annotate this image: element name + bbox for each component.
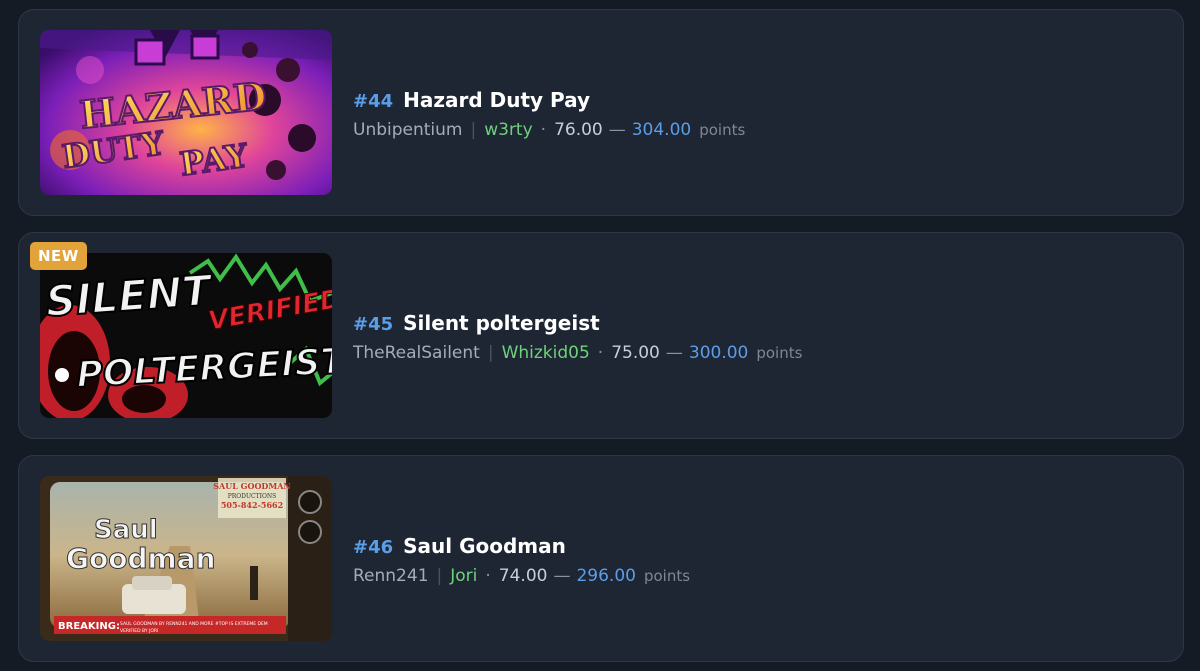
thumb-breaking-ticker-2: VERIFIED BY JORI [120, 628, 158, 634]
level-list: HAZARD DUTY PAY #44 Hazard Duty Pay Unbi… [0, 0, 1200, 671]
range-dash: — [665, 343, 683, 363]
level-info: #45 Silent poltergeist TheRealSailent | … [353, 311, 802, 363]
points-min: 76.00 [554, 120, 603, 140]
range-dash: — [608, 120, 626, 140]
thumb-sign-line-3: 505-842-5662 [221, 500, 283, 510]
separator: | [470, 120, 477, 140]
thumb-sign-line-1: SAUL GOODMAN [213, 481, 290, 491]
separator: | [436, 566, 443, 586]
thumb-breaking-label: BREAKING: [58, 621, 120, 632]
level-thumbnail[interactable]: SAUL GOODMAN PRODUCTIONS 505-842-5662 Sa… [40, 476, 332, 641]
level-title[interactable]: Silent poltergeist [403, 311, 600, 335]
thumb-title-line-2: Goodman [66, 542, 216, 575]
level-title[interactable]: Hazard Duty Pay [403, 88, 590, 112]
silent-poltergeist-thumbnail-image: SILENT POLTERGEIST VERIFIED [40, 253, 332, 418]
points-min: 74.00 [498, 566, 548, 586]
thumb-breaking-ticker: SAUL GOODMAN BY RENN241 AND MORE #TOP IS… [120, 621, 268, 627]
level-rank: #45 [353, 314, 394, 335]
level-verifier[interactable]: w3rty [484, 120, 532, 140]
thumb-title-line-1: Saul [94, 515, 158, 545]
level-thumbnail[interactable]: HAZARD DUTY PAY [40, 30, 332, 195]
range-dash: — [553, 566, 571, 586]
level-card-45[interactable]: NEW SILENT POLTERGEIST VERIFIED #45 Sile… [18, 232, 1184, 439]
dot-separator: · [485, 566, 491, 586]
dot-separator: · [597, 343, 604, 363]
points-label: points [699, 121, 746, 139]
level-rank: #44 [353, 91, 394, 112]
points-label: points [756, 344, 803, 362]
points-label: points [643, 567, 691, 585]
separator: | [487, 343, 494, 363]
level-verifier[interactable]: Whizkid05 [502, 343, 590, 363]
level-rank: #46 [353, 537, 394, 558]
level-creator[interactable]: Unbipentium [353, 120, 462, 140]
new-badge: NEW [30, 242, 87, 270]
thumb-sign-line-2: PRODUCTIONS [228, 493, 277, 500]
dot-separator: · [540, 120, 547, 140]
level-creator[interactable]: Renn241 [353, 566, 429, 586]
level-title[interactable]: Saul Goodman [403, 534, 566, 558]
points-max: 296.00 [576, 566, 636, 586]
level-card-46[interactable]: SAUL GOODMAN PRODUCTIONS 505-842-5662 Sa… [18, 455, 1184, 662]
level-creator[interactable]: TheRealSailent [353, 343, 480, 363]
points-max: 300.00 [688, 343, 749, 363]
saul-goodman-thumbnail-image: SAUL GOODMAN PRODUCTIONS 505-842-5662 Sa… [40, 476, 332, 641]
hazard-duty-pay-thumbnail-image: HAZARD DUTY PAY [40, 30, 332, 195]
level-thumbnail[interactable]: SILENT POLTERGEIST VERIFIED [40, 253, 332, 418]
level-info: #46 Saul Goodman Renn241 | Jori · 74.00 … [353, 534, 690, 586]
level-info: #44 Hazard Duty Pay Unbipentium | w3rty … [353, 88, 745, 140]
points-min: 75.00 [611, 343, 660, 363]
level-verifier[interactable]: Jori [450, 566, 477, 586]
level-card-44[interactable]: HAZARD DUTY PAY #44 Hazard Duty Pay Unbi… [18, 9, 1184, 216]
points-max: 304.00 [631, 120, 692, 140]
